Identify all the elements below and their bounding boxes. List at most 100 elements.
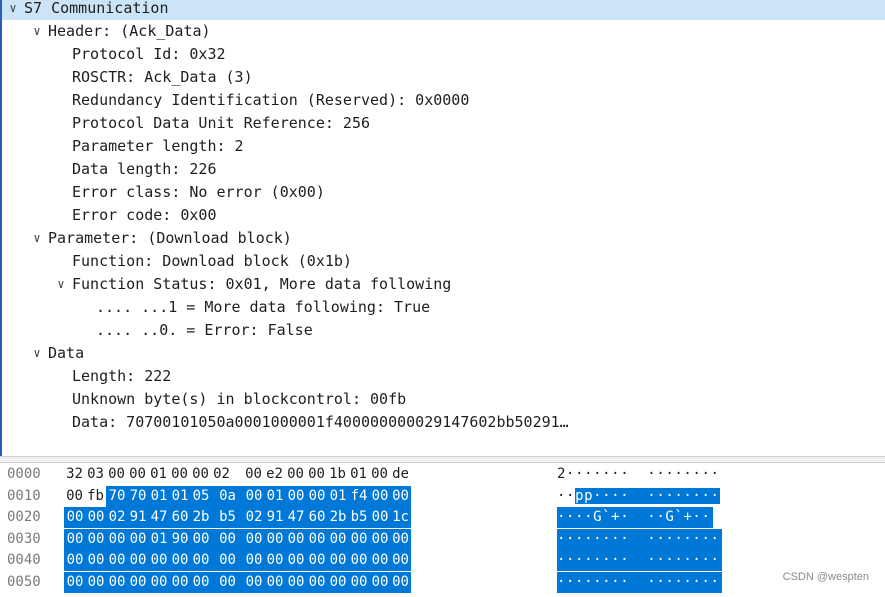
hex-byte[interactable]: 00	[106, 571, 128, 593]
hex-byte[interactable]: 00	[285, 464, 306, 485]
hex-byte[interactable]: 00	[127, 464, 148, 485]
hex-byte[interactable]: 01	[148, 464, 169, 485]
hex-byte[interactable]: e2	[264, 464, 285, 485]
hex-byte[interactable]: b5	[211, 507, 244, 528]
tree-row[interactable]: Protocol Id: 0x32	[0, 43, 885, 66]
hex-byte[interactable]: 00	[190, 571, 212, 593]
hex-byte[interactable]: 0a	[211, 485, 244, 507]
expand-arrow-icon[interactable]: ∨	[30, 227, 44, 250]
tree-row[interactable]: ∨ Parameter: (Download block)	[0, 227, 885, 250]
hex-byte[interactable]: 2b	[190, 507, 212, 528]
hex-byte[interactable]: 00	[306, 550, 328, 571]
hex-byte[interactable]: 00	[369, 528, 391, 550]
hex-byte[interactable]: 00	[369, 464, 390, 485]
hex-byte[interactable]: 00	[327, 571, 349, 593]
hex-byte[interactable]: 01	[148, 485, 170, 507]
hex-byte[interactable]: 00	[369, 550, 391, 571]
hex-byte[interactable]: 90	[169, 528, 191, 550]
tree-row[interactable]: Parameter length: 2	[0, 135, 885, 158]
hex-byte[interactable]: 00	[369, 485, 391, 507]
hex-byte[interactable]: 00	[211, 571, 244, 593]
hex-byte[interactable]: 00	[85, 571, 107, 593]
hex-byte[interactable]: 00	[369, 507, 391, 528]
hex-byte[interactable]: 60	[169, 507, 191, 528]
hex-byte[interactable]: 00	[64, 571, 86, 593]
hex-byte[interactable]: 03	[85, 464, 106, 485]
tree-row[interactable]: Data length: 226	[0, 158, 885, 181]
tree-row[interactable]: .... ...1 = More data following: True	[0, 296, 885, 319]
hex-ascii[interactable]: ········ ········	[557, 528, 722, 550]
hex-byte[interactable]: 01	[148, 528, 170, 550]
hex-byte[interactable]: 00	[148, 550, 170, 571]
hex-byte[interactable]: f4	[348, 485, 370, 507]
tree-row[interactable]: ∨ S7 Communication	[0, 0, 885, 20]
hex-byte[interactable]: 00	[306, 571, 328, 593]
hex-byte[interactable]: 01	[169, 485, 191, 507]
tree-row[interactable]: Error code: 0x00	[0, 204, 885, 227]
hex-byte[interactable]: 00	[85, 507, 107, 528]
hex-byte[interactable]: 00	[243, 550, 265, 571]
hex-byte[interactable]: 00	[169, 571, 191, 593]
tree-row[interactable]: Protocol Data Unit Reference: 256	[0, 112, 885, 135]
expand-arrow-icon[interactable]: ∨	[6, 0, 20, 20]
hex-byte[interactable]: 1c	[390, 507, 411, 528]
hex-byte[interactable]: 00	[348, 550, 370, 571]
hex-byte[interactable]: 00	[264, 528, 286, 550]
hex-byte[interactable]: 02	[243, 507, 265, 528]
hex-byte[interactable]: 91	[127, 507, 149, 528]
pane-splitter[interactable]	[0, 456, 885, 463]
hex-byte[interactable]: 05	[190, 485, 212, 507]
hex-byte[interactable]: 2b	[327, 507, 349, 528]
hex-byte[interactable]: 00	[390, 571, 411, 593]
hex-ascii[interactable]: 2······· ········	[557, 464, 720, 485]
hex-byte[interactable]: 00	[285, 550, 307, 571]
hex-byte[interactable]: 00	[106, 528, 128, 550]
hex-byte[interactable]: 00	[190, 464, 211, 485]
tree-row[interactable]: Function: Download block (0x1b)	[0, 250, 885, 273]
hex-row[interactable]: 0050 00 00 00 00 00 00 00 00 00 00 00 00 00 00 00 00 ····…	[0, 571, 885, 593]
hex-byte[interactable]: 60	[306, 507, 328, 528]
hex-byte[interactable]: 00	[190, 550, 212, 571]
hex-byte[interactable]: 01	[264, 485, 286, 507]
hex-byte[interactable]: 00	[148, 571, 170, 593]
hex-byte[interactable]: 00	[211, 528, 244, 550]
hex-byte[interactable]: 00	[190, 528, 212, 550]
hex-byte[interactable]: 00	[390, 550, 411, 571]
hex-ascii[interactable]: ··pp···· ········	[557, 486, 722, 507]
hex-byte[interactable]: 00	[243, 485, 265, 507]
hex-byte[interactable]: 00	[106, 550, 128, 571]
hex-byte[interactable]: 00	[64, 528, 86, 550]
hex-byte[interactable]: 00	[327, 528, 349, 550]
hex-byte[interactable]: 1b	[327, 464, 348, 485]
hex-byte[interactable]: 00	[169, 550, 191, 571]
hex-byte[interactable]: 00	[243, 571, 265, 593]
expand-arrow-icon[interactable]: ∨	[30, 342, 44, 365]
hex-byte[interactable]: 00	[64, 486, 85, 507]
tree-row[interactable]: Error class: No error (0x00)	[0, 181, 885, 204]
hex-byte[interactable]: 00	[285, 485, 307, 507]
tree-row[interactable]: .... ..0. = Error: False	[0, 319, 885, 342]
hex-ascii[interactable]: ····G`+· ··G`+··	[557, 507, 713, 528]
expand-arrow-icon[interactable]: ∨	[30, 20, 44, 43]
hex-byte[interactable]: 00	[64, 507, 86, 528]
hex-byte[interactable]: 00	[243, 464, 264, 485]
expand-arrow-icon[interactable]: ∨	[54, 273, 68, 296]
hex-byte[interactable]: 00	[348, 528, 370, 550]
tree-row[interactable]: Data: 70700101050a0001000001f40000000002…	[0, 411, 885, 434]
hex-byte[interactable]: 00	[85, 550, 107, 571]
hex-byte[interactable]: 00	[390, 528, 411, 550]
tree-row[interactable]: Length: 222	[0, 365, 885, 388]
hex-byte[interactable]: 70	[106, 485, 128, 507]
hex-byte[interactable]: 00	[211, 550, 244, 571]
hex-byte[interactable]: 02	[211, 464, 232, 485]
hex-byte[interactable]: de	[390, 464, 411, 485]
hex-row[interactable]: 0010 00 fb 70 70 01 01 05 0a 00 01 00 00 01 f4 00 00 ··pp…	[0, 485, 885, 507]
hex-byte[interactable]: 91	[264, 507, 286, 528]
hex-byte[interactable]: 00	[127, 550, 149, 571]
hex-byte[interactable]: 00	[285, 571, 307, 593]
hex-byte[interactable]: 00	[85, 528, 107, 550]
hex-byte[interactable]: 00	[64, 550, 86, 571]
hex-byte[interactable]: 00	[369, 571, 391, 593]
hex-row[interactable]: 0030 00 00 00 00 01 90 00 00 00 00 00 00 00 00 00 00 ····…	[0, 528, 885, 550]
tree-row[interactable]: Redundancy Identification (Reserved): 0x…	[0, 89, 885, 112]
